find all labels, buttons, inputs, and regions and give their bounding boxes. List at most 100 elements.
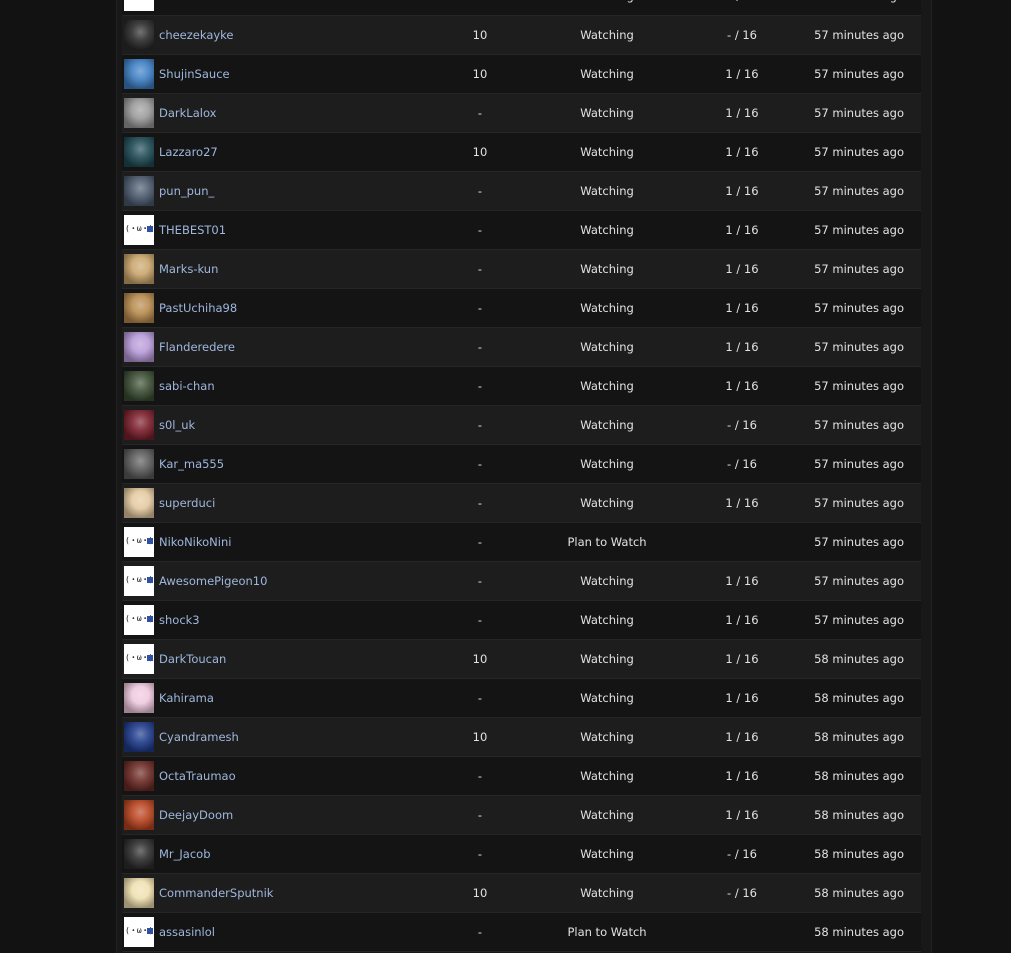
update-time: 57 minutes ago <box>814 535 904 549</box>
avatar[interactable] <box>124 761 154 791</box>
avatar[interactable] <box>124 410 154 440</box>
username-link[interactable]: Mr_Jacob <box>159 847 211 861</box>
score-value: 10 <box>472 652 488 666</box>
username-link[interactable]: Flanderedere <box>159 340 235 354</box>
episodes-progress: 1 / 16 <box>725 574 759 588</box>
table-row: Lazzaro27 10 Watching 1 / 16 57 minutes ago <box>122 133 921 172</box>
default-avatar-badge-icon <box>147 655 153 661</box>
username-link[interactable]: Lazzaro27 <box>159 145 218 159</box>
update-time: 57 minutes ago <box>814 262 904 276</box>
username-link[interactable]: Marks-kun <box>159 262 218 276</box>
update-time: 57 minutes ago <box>814 574 904 588</box>
username-link[interactable]: sabi-chan <box>159 379 215 393</box>
username-link[interactable]: NikoNikoNini <box>159 535 231 549</box>
avatar[interactable] <box>124 293 154 323</box>
avatar[interactable]: (・ω・) <box>124 605 154 635</box>
avatar[interactable] <box>124 488 154 518</box>
episodes-progress: - / 16 <box>727 418 757 432</box>
avatar-image-icon <box>124 20 154 50</box>
update-time: 57 minutes ago <box>814 340 904 354</box>
table-row: OctaTraumao - Watching 1 / 16 58 minutes ago <box>122 757 921 796</box>
username-link[interactable]: s0l_uk <box>159 418 195 432</box>
table-row: DarkLalox - Watching 1 / 16 57 minutes ago <box>122 94 921 133</box>
username-link[interactable]: ShujinSauce <box>159 67 230 81</box>
username-link[interactable]: DeejayDoom <box>159 808 233 822</box>
episodes-progress: 1 / 16 <box>725 262 759 276</box>
table-row: Kar_ma555 - Watching - / 16 57 minutes ago <box>122 445 921 484</box>
avatar[interactable]: (・ω・) <box>124 215 154 245</box>
status-value: Watching <box>580 106 634 120</box>
avatar[interactable]: (・ω・) <box>124 527 154 557</box>
avatar[interactable]: (・ω・) <box>124 644 154 674</box>
username-link[interactable]: Dreki <box>159 0 189 3</box>
avatar[interactable] <box>124 683 154 713</box>
avatar-image-icon <box>124 449 154 479</box>
table-row: PastUchiha98 - Watching 1 / 16 57 minutes ag… <box>122 289 921 328</box>
score-value: - <box>477 262 483 276</box>
username-link[interactable]: Kar_ma555 <box>159 457 224 471</box>
status-value: Watching <box>580 808 634 822</box>
update-time: 57 minutes ago <box>814 28 904 42</box>
username-link[interactable]: CommanderSputnik <box>159 886 273 900</box>
avatar[interactable] <box>124 800 154 830</box>
avatar[interactable] <box>124 254 154 284</box>
avatar[interactable] <box>124 449 154 479</box>
episodes-progress: 1 / 16 <box>725 145 759 159</box>
avatar[interactable]: (・ω・) <box>124 0 154 11</box>
username-link[interactable]: assasinlol <box>159 925 215 939</box>
default-avatar-badge-icon <box>147 616 153 622</box>
username-link[interactable]: Kahirama <box>159 691 214 705</box>
avatar[interactable] <box>124 176 154 206</box>
avatar[interactable] <box>124 332 154 362</box>
table-row: pun_pun_ - Watching 1 / 16 57 minutes ago <box>122 172 921 211</box>
table-row: CommanderSputnik 10 Watching - / 16 58 minut… <box>122 874 921 913</box>
avatar[interactable] <box>124 722 154 752</box>
avatar[interactable] <box>124 371 154 401</box>
avatar-image-icon <box>124 722 154 752</box>
default-avatar-badge-icon <box>147 577 153 583</box>
avatar[interactable] <box>124 839 154 869</box>
username-link[interactable]: AwesomePigeon10 <box>159 574 267 588</box>
update-time: 57 minutes ago <box>814 106 904 120</box>
episodes-progress: 1 / 16 <box>725 730 759 744</box>
table-row: Marks-kun - Watching 1 / 16 57 minutes ago <box>122 250 921 289</box>
update-time: 57 minutes ago <box>814 379 904 393</box>
update-time: 58 minutes ago <box>814 769 904 783</box>
status-value: Watching <box>580 28 634 42</box>
table-row: Mr_Jacob - Watching - / 16 58 minutes ago <box>122 835 921 874</box>
avatar[interactable] <box>124 878 154 908</box>
episodes-progress: 1 / 16 <box>725 340 759 354</box>
username-link[interactable]: DarkLalox <box>159 106 216 120</box>
episodes-progress: - / 16 <box>727 28 757 42</box>
username-link[interactable]: superduci <box>159 496 215 510</box>
score-value: 10 <box>472 28 488 42</box>
default-avatar-badge-icon <box>147 226 153 232</box>
status-value: Watching <box>580 379 634 393</box>
username-link[interactable]: OctaTraumao <box>159 769 236 783</box>
table-row: Flanderedere - Watching 1 / 16 57 minutes ag… <box>122 328 921 367</box>
score-value: - <box>477 340 483 354</box>
status-value: Watching <box>580 340 634 354</box>
avatar[interactable] <box>124 20 154 50</box>
username-link[interactable]: PastUchiha98 <box>159 301 237 315</box>
username-link[interactable]: shock3 <box>159 613 200 627</box>
update-time: 57 minutes ago <box>814 145 904 159</box>
user-updates-panel: (・ω・) Dreki Watching 1 / 16 57 minutes ago ch… <box>116 0 932 953</box>
avatar[interactable] <box>124 98 154 128</box>
avatar-image-icon <box>124 761 154 791</box>
status-value: Watching <box>580 457 634 471</box>
table-row: (・ω・) AwesomePigeon10 - Watching 1 / 16 57 mi… <box>122 562 921 601</box>
avatar[interactable] <box>124 59 154 89</box>
username-link[interactable]: cheezekayke <box>159 28 234 42</box>
username-link[interactable]: Cyandramesh <box>159 730 239 744</box>
username-link[interactable]: DarkToucan <box>159 652 226 666</box>
avatar-image-icon <box>124 800 154 830</box>
username-link[interactable]: pun_pun_ <box>159 184 214 198</box>
avatar[interactable]: (・ω・) <box>124 566 154 596</box>
avatar[interactable]: (・ω・) <box>124 917 154 947</box>
episodes-progress: 1 / 16 <box>725 652 759 666</box>
update-time: 58 minutes ago <box>814 808 904 822</box>
update-time: 58 minutes ago <box>814 847 904 861</box>
avatar[interactable] <box>124 137 154 167</box>
username-link[interactable]: THEBEST01 <box>159 223 226 237</box>
